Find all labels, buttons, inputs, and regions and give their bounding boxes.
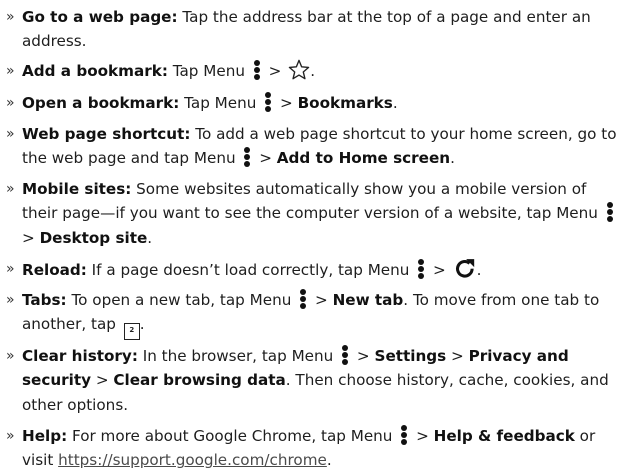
separator: > <box>275 94 298 112</box>
menu-icon <box>400 425 409 445</box>
item-text: . <box>450 149 455 168</box>
separator: > <box>263 62 287 80</box>
menu-icon <box>417 259 426 279</box>
item-text: . <box>326 451 332 470</box>
menu-icon <box>264 92 273 112</box>
bullet-chevron: » <box>6 181 15 197</box>
menu-icon <box>253 60 262 80</box>
item-title: Tabs: <box>22 291 67 309</box>
item-title: Reload: <box>22 261 87 279</box>
desktop-site-label: Desktop site <box>39 228 148 247</box>
separator: > <box>411 427 434 445</box>
item-title: Web page shortcut: <box>22 125 191 143</box>
menu-icon <box>606 202 615 223</box>
list-item-mobile-sites: » Mobile sites: Some websites automatica… <box>0 177 618 250</box>
item-title: Clear history: <box>22 347 138 365</box>
bullet-chevron: » <box>6 9 15 25</box>
item-text: Tap Menu <box>167 62 250 80</box>
menu-icon <box>243 147 252 168</box>
menu-icon <box>299 289 308 309</box>
bullet-chevron: » <box>6 126 15 142</box>
item-text: . <box>310 62 316 80</box>
support-link[interactable]: https://support.google.com/chrome <box>58 451 327 469</box>
new-tab-label: New tab <box>332 291 404 309</box>
tab-switcher-icon: 2 <box>123 323 140 341</box>
separator: > <box>446 347 469 365</box>
bookmarks-label: Bookmarks <box>297 94 393 112</box>
list-item-clear-history: » Clear history: In the browser, tap Men… <box>0 344 618 417</box>
list-item-tabs: » Tabs: To open a new tab, tap Menu > Ne… <box>0 288 618 341</box>
star-icon <box>288 59 310 80</box>
item-title: Help: <box>22 427 68 445</box>
item-title: Go to a web page: <box>22 8 178 26</box>
list-item-open-bookmark: » Open a bookmark: Tap Menu > Bookmarks. <box>0 91 618 115</box>
item-title: Mobile sites: <box>22 180 132 198</box>
separator: > <box>428 261 451 279</box>
bullet-chevron: » <box>6 261 15 277</box>
separator: > <box>352 347 375 365</box>
chrome-tips-list: » Go to a web page: Tap the address bar … <box>0 0 621 469</box>
list-item-reload: » Reload: If a page doesn’t load correct… <box>0 257 618 282</box>
settings-label: Settings <box>374 347 447 365</box>
list-item-web-page-shortcut: » Web page shortcut: To add a web page s… <box>0 122 618 171</box>
add-to-home-screen-label: Add to Home screen <box>276 149 451 168</box>
item-text: If a page doesn’t load correctly, tap Me… <box>86 261 415 279</box>
item-text: . <box>476 261 482 279</box>
list-item-go-to-web-page: » Go to a web page: Tap the address bar … <box>0 5 618 54</box>
menu-icon <box>341 345 350 365</box>
separator: > <box>22 228 40 247</box>
bullet-chevron: » <box>6 348 15 364</box>
item-text: . <box>147 228 153 247</box>
item-text: In the browser, tap Menu <box>137 347 339 365</box>
item-text: To open a new tab, tap Menu <box>66 291 297 309</box>
item-text: Tap Menu <box>179 94 262 112</box>
item-text: For more about Google Chrome, tap Menu <box>67 427 398 445</box>
item-text: . <box>392 94 398 112</box>
separator: > <box>254 149 277 168</box>
help-and-feedback-label: Help & feedback <box>433 427 575 445</box>
bullet-chevron: » <box>6 292 15 308</box>
item-title: Add a bookmark: <box>22 62 168 80</box>
clear-browsing-data-label: Clear browsing data <box>113 371 286 390</box>
bullet-chevron: » <box>6 428 15 444</box>
separator: > <box>310 291 333 309</box>
list-item-help: » Help: For more about Google Chrome, ta… <box>0 424 618 473</box>
reload-icon <box>455 259 474 278</box>
bullet-chevron: » <box>6 95 15 111</box>
list-item-add-bookmark: » Add a bookmark: Tap Menu > . <box>0 59 618 83</box>
item-title: Open a bookmark: <box>22 94 180 112</box>
separator: > <box>91 371 114 390</box>
item-text: . <box>139 315 145 334</box>
bullet-chevron: » <box>6 63 15 79</box>
